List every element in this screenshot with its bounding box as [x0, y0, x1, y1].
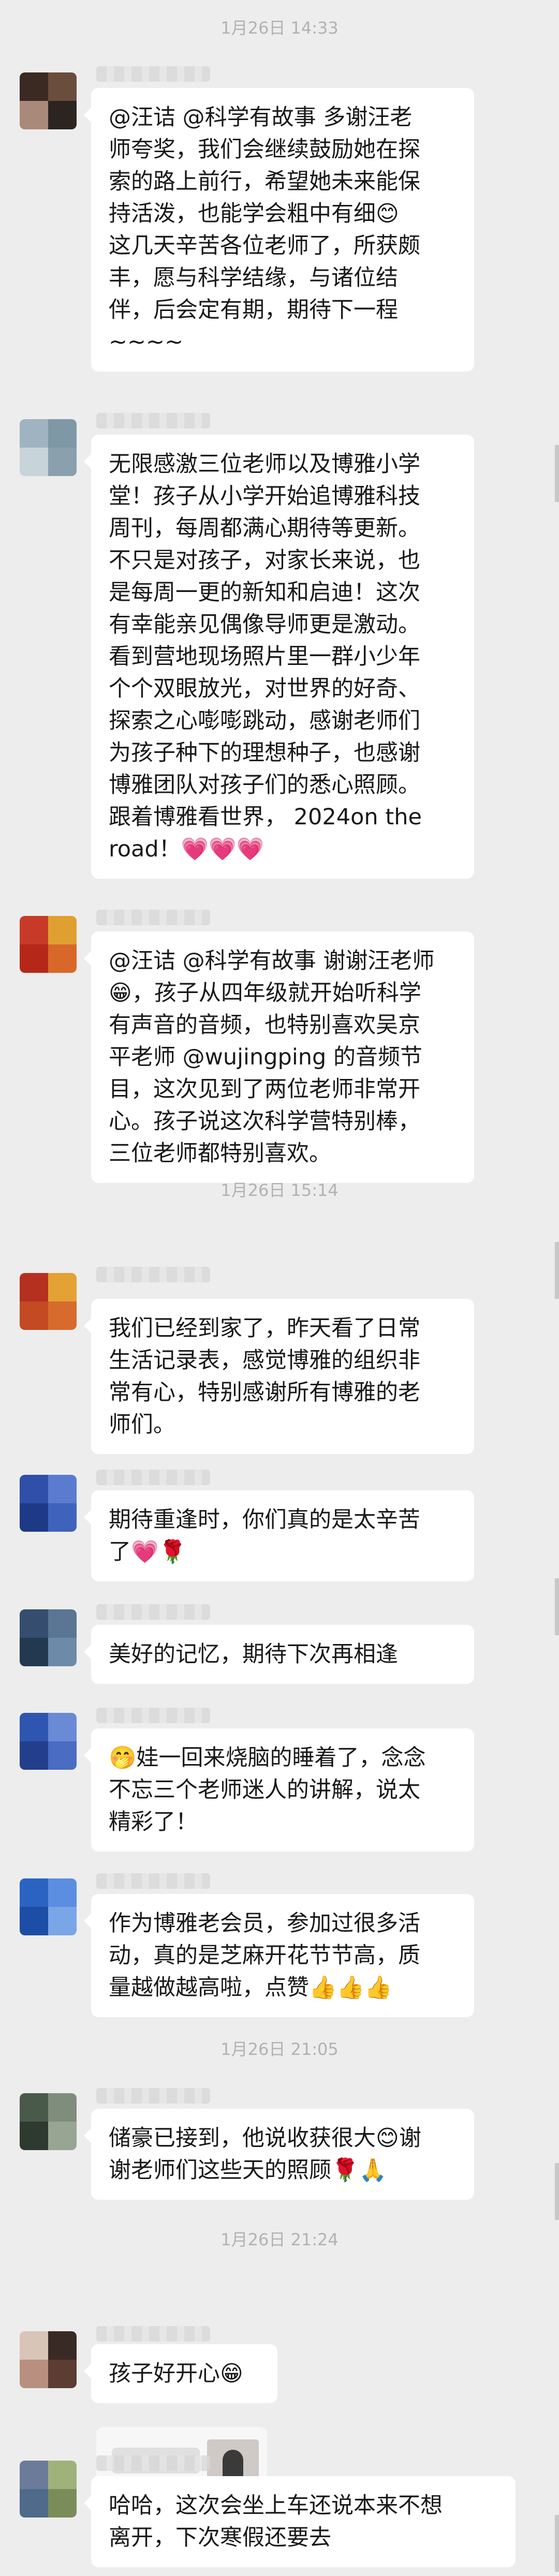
avatar[interactable]	[20, 1713, 77, 1770]
scrollbar-mark	[555, 1242, 559, 1299]
scrollbar-mark	[555, 2163, 559, 2220]
sender-name	[96, 66, 210, 82]
timestamp: 1月26日 14:33	[220, 18, 339, 38]
message-bubble[interactable]: 孩子好开心😁	[84, 2344, 277, 2403]
message-bubble[interactable]: 我们已经到家了，昨天看了日常 生活记录表，感觉博雅的组织非 常有心，特别感谢所有…	[84, 1299, 474, 1454]
sender-name	[96, 1708, 210, 1723]
sender-name	[96, 1267, 210, 1282]
sender-name	[96, 2326, 210, 2342]
message-bubble[interactable]: @汪诘 @科学有故事 多谢汪老 师夸奖，我们会继续鼓励她在探 索的路上前行，希望…	[84, 88, 474, 372]
sender-name	[96, 910, 210, 925]
scrollbar-mark	[555, 445, 559, 502]
avatar[interactable]	[20, 1609, 77, 1666]
message-bubble[interactable]: 期待重逢时，你们真的是太辛苦 了💗🌹	[84, 1490, 474, 1581]
sender-name	[96, 2088, 210, 2104]
avatar[interactable]	[20, 2093, 77, 2150]
avatar[interactable]	[20, 419, 77, 476]
scrollbar-mark	[555, 2515, 559, 2572]
sender-name	[96, 413, 210, 428]
avatar[interactable]	[20, 1878, 77, 1935]
avatar[interactable]	[20, 1273, 77, 1330]
message-bubble[interactable]: @汪诘 @科学有故事 谢谢汪老师 😁，孩子从四年级就开始听科学 有声音的音频，也…	[84, 931, 474, 1183]
avatar[interactable]	[20, 1475, 77, 1532]
message-bubble[interactable]: 🤭娃一回来烧脑的睡着了，念念 不忘三个老师迷人的讲解，说太 精彩了！	[84, 1728, 474, 1852]
message-bubble[interactable]: 作为博雅老会员，参加过很多活 动，真的是芝麻开花节节高，质 量越做越高啦，点赞👍…	[84, 1894, 474, 2017]
message-bubble[interactable]: 美好的记忆，期待下次再相逢	[84, 1625, 474, 1684]
avatar[interactable]	[20, 2461, 77, 2518]
scrollbar-mark	[555, 1578, 559, 1635]
message-bubble[interactable]: 储豪已接到，他说收获很大😊谢 谢老师们这些天的照顾🌹🙏	[84, 2109, 474, 2200]
avatar[interactable]	[20, 916, 77, 973]
chat-history[interactable]: 1月26日 14:33 @汪诘 @科学有故事 多谢汪老 师夸奖，我们会继续鼓励她…	[0, 0, 559, 2576]
sender-name	[96, 1873, 210, 1889]
timestamp: 1月26日 15:14	[220, 1180, 339, 1200]
avatar[interactable]	[20, 72, 77, 129]
timestamp: 1月26日 21:05	[220, 2039, 339, 2059]
sender-name	[96, 1604, 210, 1620]
timestamp: 1月26日 21:24	[220, 2230, 339, 2249]
sender-name	[96, 2455, 210, 2471]
sender-name	[96, 1470, 210, 1485]
message-bubble[interactable]: 哈哈，这次会坐上车还说本来不想 离开，下次寒假还要去	[84, 2476, 516, 2567]
avatar[interactable]	[20, 2331, 77, 2388]
message-bubble[interactable]: 无限感激三位老师以及博雅小学 堂！孩子从小学开始追博雅科技 周刊，每周都满心期待…	[84, 435, 474, 879]
